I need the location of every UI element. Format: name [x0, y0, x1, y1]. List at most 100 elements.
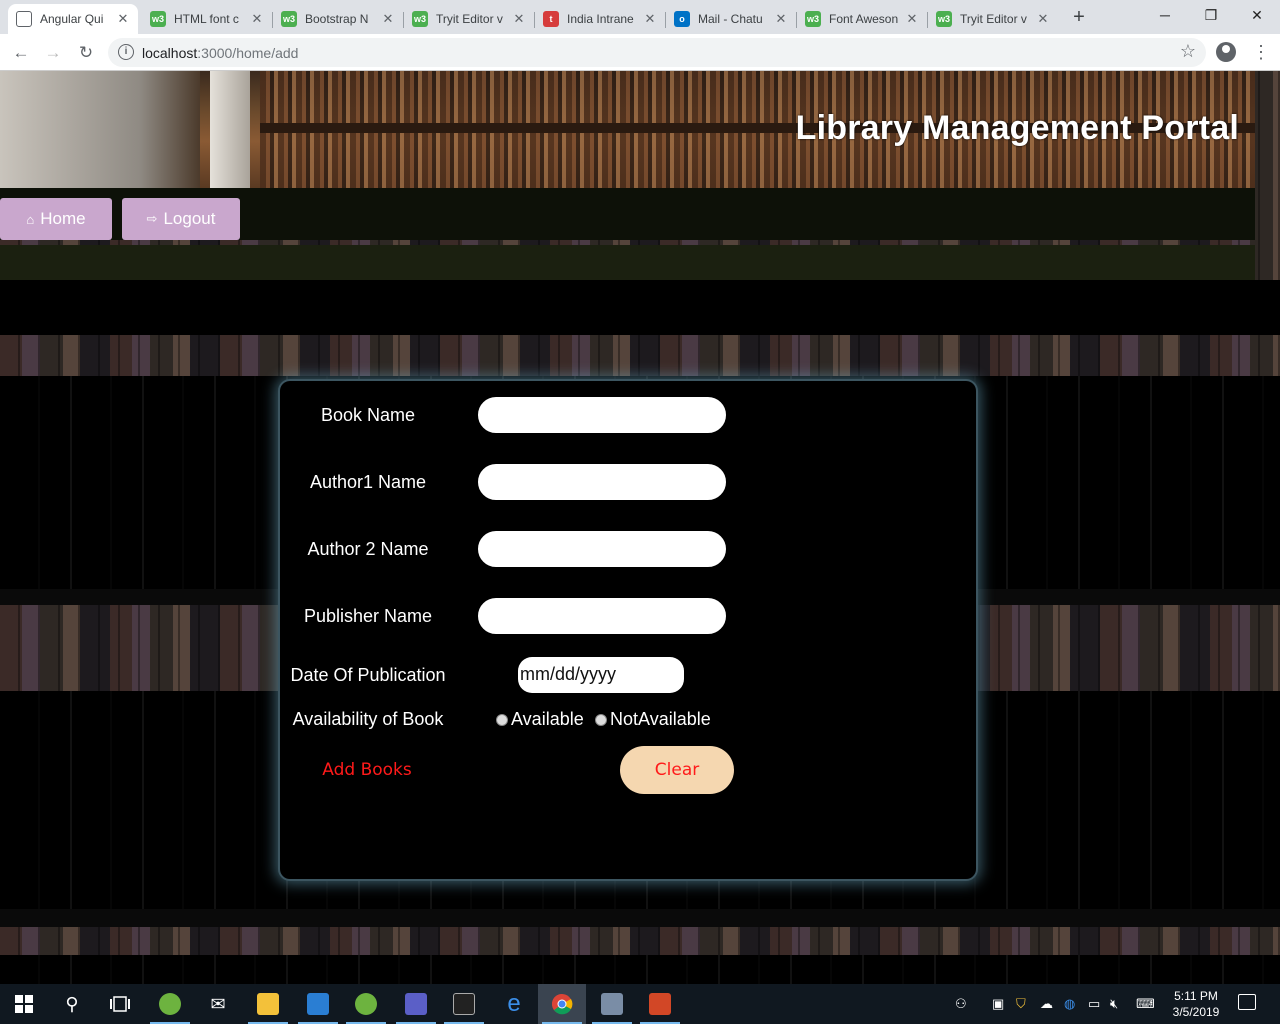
- tab-title: Mail - Chatu: [698, 12, 763, 26]
- book-name-input[interactable]: [476, 395, 728, 435]
- spring-icon[interactable]: [342, 984, 390, 1024]
- header-banner: Library Management Portal: [0, 71, 1255, 188]
- tab-title: India Intrane: [567, 12, 634, 26]
- spring-tool-icon[interactable]: [146, 984, 194, 1024]
- tab-india-intranet[interactable]: t India Intrane ✕: [535, 4, 665, 34]
- new-tab-button[interactable]: +: [1068, 6, 1090, 28]
- restore-button[interactable]: ❐: [1188, 0, 1234, 30]
- edge-icon[interactable]: e: [490, 984, 538, 1024]
- tab-angular[interactable]: Angular Qui ✕: [8, 4, 138, 34]
- add-book-form: Book Name Author1 Name Author 2 Name Pub…: [278, 379, 978, 881]
- sql-tool-icon[interactable]: [588, 984, 636, 1024]
- mail-icon[interactable]: ✉: [194, 984, 242, 1024]
- tab-tryit-1[interactable]: w3 Tryit Editor v ✕: [404, 4, 534, 34]
- bookmark-star-icon[interactable]: ☆: [1180, 41, 1196, 62]
- logout-label: Logout: [163, 209, 216, 228]
- volume-muted-icon[interactable]: 🔇︎: [1110, 984, 1118, 1024]
- logout-button[interactable]: ⇨ Logout: [122, 198, 240, 240]
- w3schools-icon: w3: [936, 11, 952, 27]
- not-available-radio[interactable]: [595, 714, 607, 726]
- author1-name-input[interactable]: [476, 462, 728, 502]
- task-view-icon[interactable]: [96, 984, 144, 1024]
- taskbar: ⚲ ✉ e ⚇ ▣ ⛉ ☁ ◍ ▭ 🔇︎ ⌨ 5:11 PM 3/5/2019: [0, 984, 1280, 1024]
- tab-bootstrap[interactable]: w3 Bootstrap N ✕: [273, 4, 403, 34]
- home-button[interactable]: ⌂ Home: [0, 198, 112, 240]
- close-tab-icon[interactable]: ✕: [512, 11, 526, 27]
- teams-icon[interactable]: [392, 984, 440, 1024]
- close-tab-icon[interactable]: ✕: [250, 11, 264, 27]
- forward-arrow-icon[interactable]: →: [40, 40, 66, 66]
- page-title: Library Management Portal: [795, 109, 1239, 147]
- globe-icon[interactable]: ◍: [1064, 984, 1075, 1024]
- close-tab-icon[interactable]: ✕: [116, 11, 130, 27]
- clock-time: 5:11 PM: [1174, 989, 1218, 1003]
- address-bar[interactable]: i localhost:3000/home/add ☆: [108, 38, 1206, 67]
- close-tab-icon[interactable]: ✕: [905, 11, 919, 27]
- logout-icon: ⇨: [146, 211, 158, 226]
- url-host: localhost: [142, 45, 198, 61]
- tab-html-font[interactable]: w3 HTML font c ✕: [142, 4, 272, 34]
- tab-mail[interactable]: o Mail - Chatu ✕: [666, 4, 796, 34]
- shield-icon[interactable]: ⛉: [1016, 984, 1026, 1024]
- date-of-publication-input[interactable]: mm/dd/yyyy: [518, 657, 684, 693]
- banner-column: [210, 71, 250, 188]
- book-name-label: Book Name: [320, 405, 416, 425]
- tab-tryit-2[interactable]: w3 Tryit Editor v ✕: [928, 4, 1058, 34]
- tab-title: Tryit Editor v: [436, 12, 503, 26]
- page-background: Library Management Portal ⌂ Home ⇨ Logou…: [0, 71, 1280, 984]
- minimize-button[interactable]: ─: [1142, 0, 1188, 30]
- url-text[interactable]: localhost:3000/home/add: [142, 45, 298, 61]
- powerpoint-icon[interactable]: [636, 984, 684, 1024]
- close-tab-icon[interactable]: ✕: [381, 11, 395, 27]
- tray-app-icon[interactable]: ▣: [992, 984, 1004, 1024]
- availability-label: Availability of Book: [292, 709, 444, 729]
- chrome-icon[interactable]: [538, 984, 586, 1024]
- reload-icon[interactable]: ↻: [73, 40, 99, 66]
- keyboard-icon[interactable]: ⌨: [1136, 984, 1155, 1024]
- network-icon[interactable]: ▭: [1088, 984, 1100, 1024]
- tab-title: Tryit Editor v: [960, 12, 1027, 26]
- outlook-icon: o: [674, 11, 690, 27]
- add-books-button[interactable]: Add Books: [310, 749, 424, 791]
- tab-font-awesome[interactable]: w3 Font Aweson ✕: [797, 4, 927, 34]
- search-icon[interactable]: ⚲: [48, 984, 96, 1024]
- url-path: :3000/home/add: [197, 45, 299, 61]
- author2-name-input[interactable]: [476, 529, 728, 569]
- shelf-band: [0, 280, 1280, 335]
- close-tab-icon[interactable]: ✕: [643, 11, 657, 27]
- available-radio-label[interactable]: Available: [511, 709, 584, 730]
- w3schools-icon: w3: [412, 11, 428, 27]
- file-explorer-icon[interactable]: [244, 984, 292, 1024]
- w3schools-icon: w3: [805, 11, 821, 27]
- vscode-icon[interactable]: [294, 984, 342, 1024]
- tab-title: Bootstrap N: [305, 12, 369, 26]
- banner-arch: [0, 71, 200, 188]
- info-icon[interactable]: i: [118, 44, 134, 60]
- onedrive-icon[interactable]: ☁: [1040, 984, 1053, 1024]
- close-tab-icon[interactable]: ✕: [1036, 11, 1050, 27]
- clock-date: 3/5/2019: [1172, 1005, 1220, 1019]
- close-tab-icon[interactable]: ✕: [774, 11, 788, 27]
- close-window-button[interactable]: ✕: [1234, 0, 1280, 30]
- windows-start-icon[interactable]: [0, 984, 48, 1024]
- sub-bar: [0, 245, 1255, 280]
- t-icon: t: [543, 11, 559, 27]
- back-arrow-icon[interactable]: ←: [8, 40, 34, 66]
- available-radio[interactable]: [496, 714, 508, 726]
- browser-tab-strip: Angular Qui ✕ w3 HTML font c ✕ w3 Bootst…: [0, 0, 1280, 34]
- command-prompt-icon[interactable]: [440, 984, 488, 1024]
- profile-avatar-icon[interactable]: [1216, 42, 1236, 62]
- clear-button[interactable]: Clear: [620, 746, 734, 794]
- date-of-publication-label: Date Of Publication: [290, 665, 446, 685]
- notifications-icon[interactable]: [1238, 994, 1256, 1010]
- menu-dots-icon[interactable]: ⋮: [1252, 40, 1270, 64]
- author2-name-label: Author 2 Name: [307, 539, 429, 559]
- tab-title: Font Aweson: [829, 12, 899, 26]
- publisher-name-input[interactable]: [476, 596, 728, 636]
- publisher-name-label: Publisher Name: [303, 606, 433, 626]
- system-clock[interactable]: 5:11 PM 3/5/2019: [1160, 988, 1232, 1020]
- w3schools-icon: w3: [150, 11, 166, 27]
- people-icon[interactable]: ⚇: [955, 984, 967, 1024]
- not-available-radio-label[interactable]: NotAvailable: [610, 709, 711, 730]
- w3schools-icon: w3: [281, 11, 297, 27]
